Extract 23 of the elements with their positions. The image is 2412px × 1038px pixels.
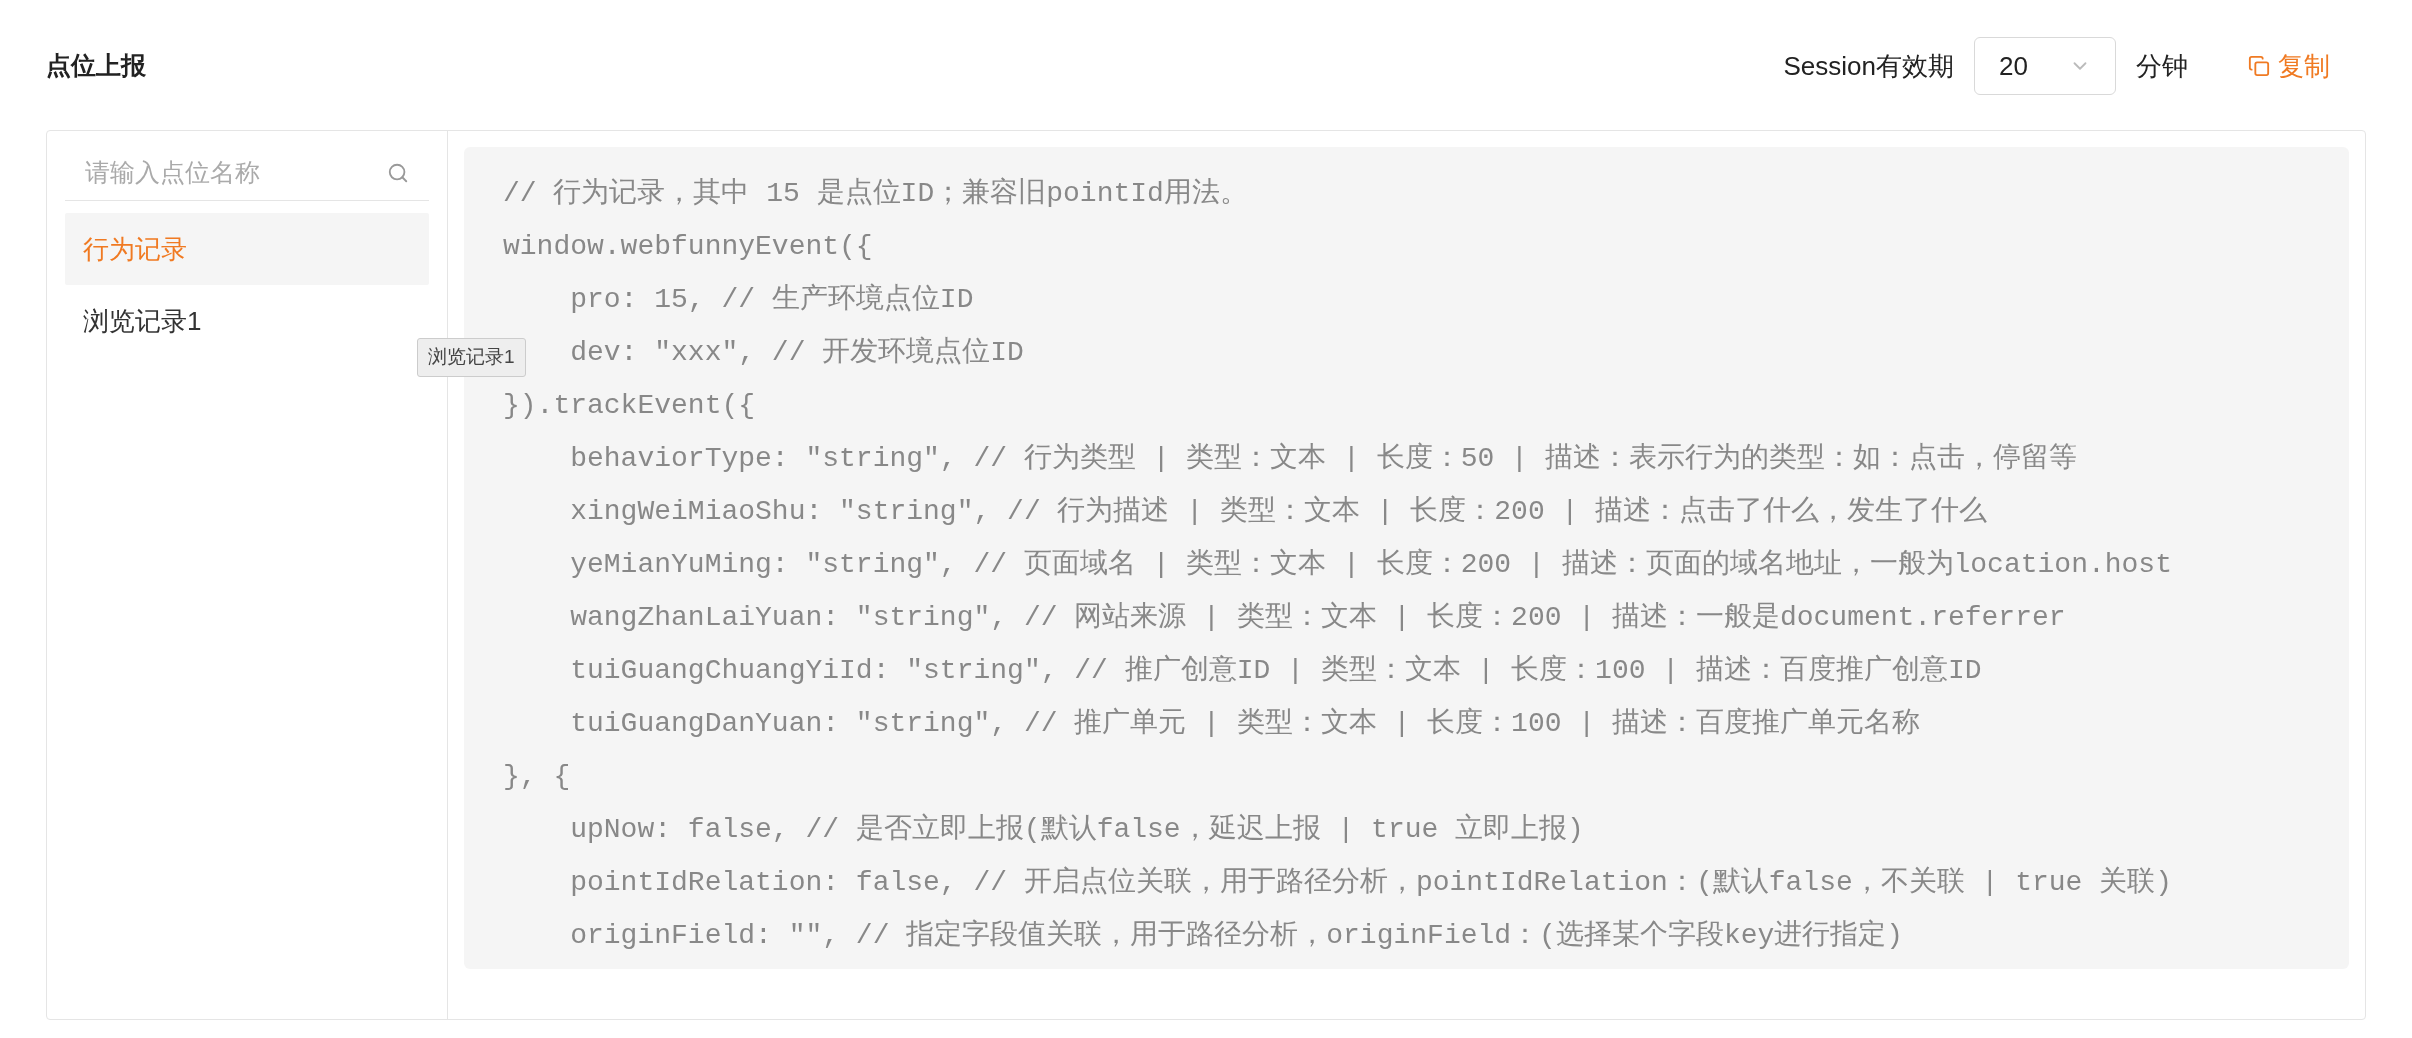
page-title: 点位上报 — [46, 50, 146, 82]
code-line: pro: 15, // 生产环境点位ID — [570, 282, 974, 317]
code-line: window.webfunnyEvent({ — [503, 230, 873, 264]
search-icon — [387, 161, 409, 184]
code-line: pointIdRelation: false, // 开启点位关联，用于路径分析，pointIdRelation：(默认false，不关联 | true 关联) — [570, 865, 2172, 900]
code-line: yeMianYuMing: "string", // 页面域名 | 类型：文本 | 长度：200 | 描述：页面的域名地址，一般为location.host — [570, 547, 2172, 582]
code-line: }, { — [503, 760, 571, 794]
code-line: // 行为记录，其中 15 是点位ID；兼容旧pointId用法。 — [503, 176, 1248, 211]
session-select[interactable]: 20 — [1974, 37, 2116, 95]
code-line: originField: "", // 指定字段值关联，用于路径分析，originField：(选择某个字段key进行指定) — [570, 918, 1904, 953]
unit-label: 分钟 — [2136, 49, 2188, 83]
search-field[interactable]: 请输入点位名称 — [85, 153, 387, 192]
code-line: behaviorType: "string", // 行为类型 | 类型：文本 | 长度：50 | 描述：表示行为的类型：如：点击，停留等 — [570, 441, 2077, 476]
copy-icon — [2248, 55, 2270, 77]
code-line: upNow: false, // 是否立即上报(默认false，延迟上报 | true 立即上报) — [570, 812, 1584, 847]
code-line: wangZhanLaiYuan: "string", // 网站来源 | 类型：文本 | 长度：200 | 描述：一般是document.referrer — [570, 600, 2066, 635]
code-line: tuiGuangChuangYiId: "string", // 推广创意ID | 类型：文本 | 长度：100 | 描述：百度推广创意ID — [570, 653, 1982, 688]
code-line: }).trackEvent({ — [503, 389, 756, 423]
session-label: Session有效期 — [1783, 49, 1954, 83]
code-line: xingWeiMiaoShu: "string", // 行为描述 | 类型：文本 | 长度：200 | 描述：点击了什么，发生了什么 — [570, 494, 1988, 529]
tooltip: 浏览记录1 — [417, 338, 526, 377]
code-line: dev: "xxx", // 开发环境点位ID — [570, 335, 1024, 370]
code-line: tuiGuangDanYuan: "string", // 推广单元 | 类型：文本 | 长度：100 | 描述：百度推广单元名称 — [570, 706, 1920, 741]
